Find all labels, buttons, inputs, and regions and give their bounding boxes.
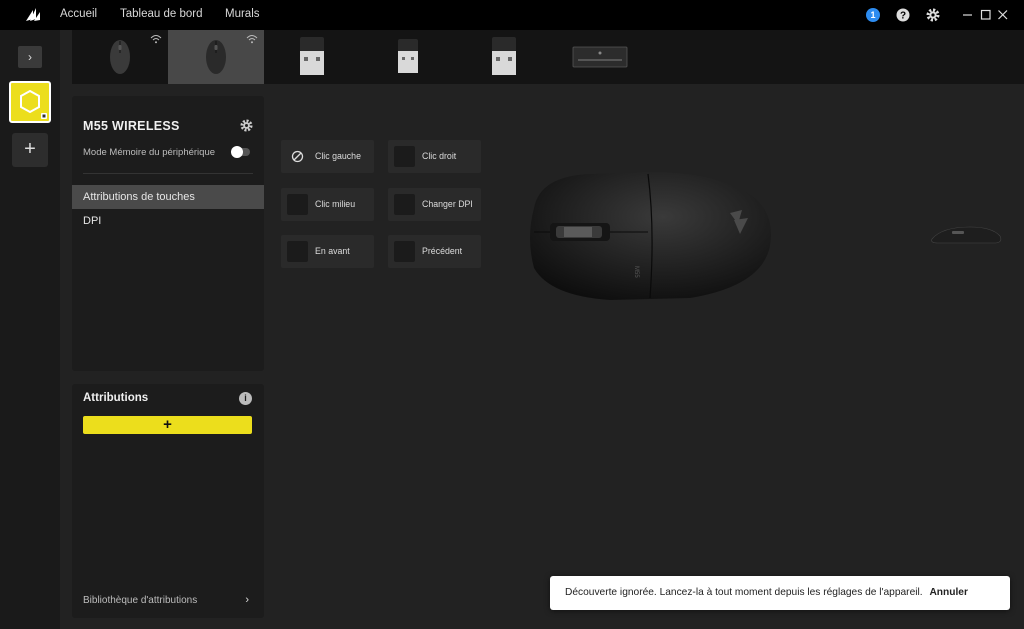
- disabled-icon: [291, 150, 304, 163]
- memory-mode-label: Mode Mémoire du périphérique: [83, 147, 216, 158]
- wifi-icon: [246, 35, 258, 44]
- expand-rail-button[interactable]: ›: [18, 46, 42, 68]
- button-icon-placeholder: [394, 146, 415, 167]
- button-forward[interactable]: En avant: [281, 235, 374, 268]
- button-label: Précédent: [422, 246, 463, 256]
- mouse-top-view-image: M55: [530, 172, 771, 300]
- button-icon-placeholder: [394, 194, 415, 215]
- info-icon[interactable]: i: [239, 392, 252, 405]
- button-left-click[interactable]: Clic gauche: [281, 140, 374, 173]
- usb-dongle-icon: [398, 39, 418, 73]
- corsair-sails-icon[interactable]: [24, 7, 42, 23]
- svg-text:M55: M55: [633, 266, 639, 278]
- button-back[interactable]: Précédent: [388, 235, 481, 268]
- question-icon[interactable]: ?: [896, 8, 910, 22]
- chevron-right-icon: ›: [245, 594, 249, 606]
- device-tab-hub[interactable]: [552, 30, 648, 84]
- mouse-icon: [110, 40, 130, 74]
- toast-message: Découverte ignorée. Lancez-la à tout mom…: [565, 587, 923, 598]
- button-label: Changer DPI: [422, 199, 473, 209]
- button-label: Clic milieu: [315, 199, 356, 209]
- device-tab-dongle-1[interactable]: [264, 30, 360, 84]
- button-label: Clic gauche: [315, 151, 361, 161]
- menu-item-dpi[interactable]: DPI: [72, 209, 264, 233]
- assignment-library-link[interactable]: Bibliothèque d'attributions ›: [83, 594, 253, 606]
- device-name: M55 WIRELESS: [83, 119, 180, 133]
- device-tab-dongle-2[interactable]: [360, 30, 456, 84]
- device-panel: M55 WIRELESS Mode Mémoire du périphériqu…: [72, 96, 264, 371]
- nav-dashboard-link[interactable]: Tableau de bord: [120, 8, 202, 20]
- device-setup-tile[interactable]: [9, 81, 51, 123]
- button-right-click[interactable]: Clic droit: [388, 140, 481, 173]
- button-change-dpi[interactable]: Changer DPI: [388, 188, 481, 221]
- nav-home-link[interactable]: Accueil: [60, 8, 97, 20]
- nav-murals-link[interactable]: Murals: [225, 8, 260, 20]
- device-tab-mouse-1[interactable]: [72, 30, 168, 84]
- hub-device-icon: [572, 46, 628, 68]
- button-icon-placeholder: [287, 194, 308, 215]
- maximize-icon[interactable]: [979, 8, 993, 22]
- add-setup-button[interactable]: +: [12, 133, 48, 167]
- svg-text:?: ?: [900, 11, 906, 22]
- device-tab-mouse-2[interactable]: [168, 30, 264, 84]
- add-assignment-button[interactable]: +: [83, 416, 252, 434]
- library-label: Bibliothèque d'attributions: [83, 595, 198, 606]
- minimize-icon[interactable]: [961, 8, 975, 22]
- device-tab-dongle-3[interactable]: [456, 30, 552, 84]
- button-icon-placeholder: [287, 241, 308, 262]
- button-middle-click[interactable]: Clic milieu: [281, 188, 374, 221]
- chevron-right-icon: ›: [28, 50, 32, 64]
- assignments-panel: Attributions i + Bibliothèque d'attribut…: [72, 384, 264, 618]
- memory-mode-toggle[interactable]: [231, 146, 250, 158]
- button-icon-placeholder: [394, 241, 415, 262]
- button-label: Clic droit: [422, 151, 457, 161]
- toast-cancel-link[interactable]: Annuler: [929, 587, 968, 598]
- gear-icon[interactable]: [240, 119, 253, 132]
- device-bar: [72, 30, 1024, 84]
- divider: [83, 173, 253, 174]
- wifi-icon: [150, 35, 162, 44]
- gear-icon[interactable]: [926, 8, 940, 22]
- close-icon[interactable]: [996, 8, 1010, 22]
- mouse-icon: [206, 40, 226, 74]
- menu-item-key-assignments[interactable]: Attributions de touches: [72, 185, 264, 209]
- usb-dongle-icon: [300, 37, 324, 75]
- assignments-title: Attributions: [83, 392, 149, 404]
- button-label: En avant: [315, 246, 350, 256]
- notification-badge[interactable]: 1: [866, 8, 880, 22]
- hexagon-icon: [20, 89, 47, 119]
- title-bar: Accueil Tableau de bord Murals 1 ?: [0, 0, 1024, 30]
- mouse-side-view-image: [931, 226, 1002, 244]
- usb-dongle-icon: [492, 37, 516, 75]
- discovery-toast: Découverte ignorée. Lancez-la à tout mom…: [550, 576, 1010, 610]
